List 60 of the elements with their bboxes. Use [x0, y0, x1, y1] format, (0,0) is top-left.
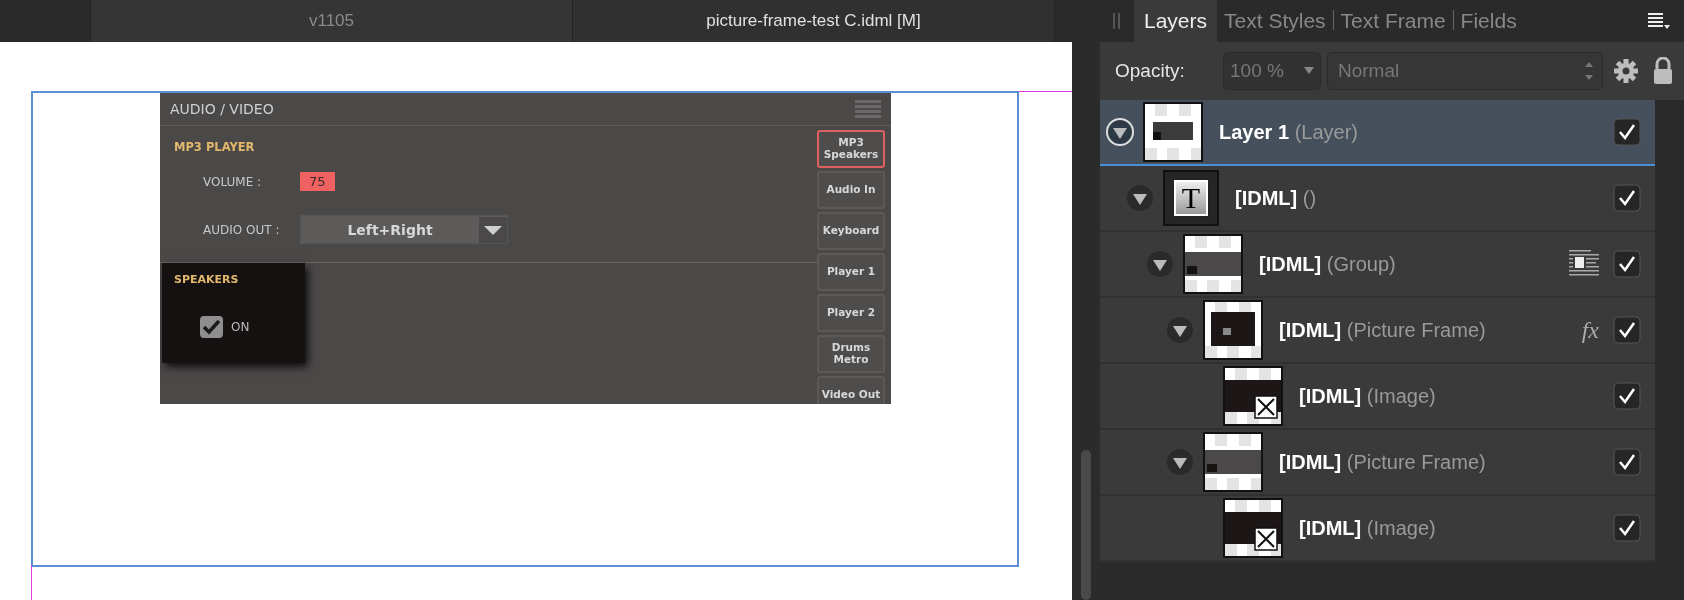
stepper-icon[interactable]: [1584, 61, 1594, 81]
side-tab[interactable]: Keyboard: [817, 212, 885, 250]
menu-icon[interactable]: [1648, 12, 1670, 30]
expander-icon[interactable]: [1166, 316, 1194, 344]
layer-name: Layer 1 (Layer): [1219, 120, 1359, 144]
expander-icon[interactable]: [1126, 184, 1154, 212]
layer-name: [IDML] (Picture Frame): [1279, 450, 1487, 474]
picture-frame[interactable]: AUDIO / VIDEO MP3 PLAYER VOLUME : 75 AUDIO OUT : Left+Right SPEAKERS ON MP3 Speakers Audio In Keyboard Player 1 Player 2 Drums Metro Video Out: [31, 91, 1019, 567]
layer-name: [IDML] (Group): [1259, 252, 1397, 276]
side-tab[interactable]: Player 2: [817, 294, 885, 332]
speakers-title: SPEAKERS: [174, 273, 240, 286]
lock-icon[interactable]: [1653, 57, 1673, 85]
panel-tab[interactable]: Fields: [1453, 0, 1524, 42]
side-tab[interactable]: MP3 Speakers: [817, 130, 885, 168]
effects-label[interactable]: fx: [1581, 316, 1599, 344]
layer-row[interactable]: Layer 1 (Layer): [1100, 100, 1655, 166]
checkbox[interactable]: [1613, 316, 1641, 344]
layer-row[interactable]: [IDML] (Group): [1100, 232, 1655, 298]
side-tab[interactable]: Player 1: [817, 253, 885, 291]
audio-out-dropdown[interactable]: Left+Right: [300, 215, 508, 244]
layer-name: [IDML] (Picture Frame): [1279, 318, 1487, 342]
grip-icon[interactable]: [1112, 13, 1122, 29]
layer-row[interactable]: [IDML] (Picture Frame): [1100, 430, 1655, 496]
layer-row[interactable]: [IDML] (Image): [1100, 364, 1655, 430]
text-wrap-icon[interactable]: [1569, 249, 1599, 279]
panel-tab[interactable]: Text Frame: [1333, 0, 1453, 42]
layer-row[interactable]: [IDML] (Picture Frame) fx: [1100, 298, 1655, 364]
layer-row[interactable]: [IDML] (Image): [1100, 496, 1655, 562]
expander-icon[interactable]: [1166, 448, 1194, 476]
side-tab[interactable]: Audio In: [817, 171, 885, 209]
checkbox[interactable]: [1613, 382, 1641, 410]
section-title: MP3 PLAYER: [174, 140, 256, 154]
dropdown-arrow-icon[interactable]: [1304, 67, 1314, 75]
audio-out-label: AUDIO OUT :: [203, 222, 281, 237]
layer-row[interactable]: T [IDML] (): [1100, 166, 1655, 232]
volume-label: VOLUME :: [203, 174, 263, 189]
checkbox[interactable]: [200, 316, 223, 338]
checkbox[interactable]: [1613, 448, 1641, 476]
scrollbar[interactable]: [1081, 450, 1091, 600]
volume-value[interactable]: 75: [300, 172, 335, 191]
side-tab[interactable]: Video Out: [817, 376, 885, 404]
checkbox-label: ON: [231, 320, 250, 334]
screen-title: AUDIO / VIDEO: [170, 101, 274, 117]
checkbox[interactable]: [1613, 250, 1641, 278]
expander-icon[interactable]: [1146, 250, 1174, 278]
checkbox[interactable]: [1613, 184, 1641, 212]
document-tab[interactable]: v1105: [91, 0, 573, 42]
layer-name: [IDML] (): [1235, 186, 1318, 210]
panel-tab[interactable]: Layers: [1134, 0, 1218, 42]
layer-name: [IDML] (Image): [1299, 384, 1437, 408]
checkbox[interactable]: [1613, 514, 1641, 542]
panel-tab[interactable]: Text Styles: [1217, 0, 1333, 42]
text-frame-icon: T: [1163, 170, 1219, 226]
opacity-label: Opacity:: [1115, 60, 1186, 82]
side-tab[interactable]: Drums Metro: [817, 335, 885, 373]
layer-name: [IDML] (Image): [1299, 516, 1437, 540]
menu-icon: [855, 100, 881, 118]
checkbox[interactable]: [1613, 118, 1641, 146]
expander-icon[interactable]: [1106, 118, 1134, 146]
document-tab[interactable]: picture-frame-test C.idml [M]: [573, 0, 1055, 42]
